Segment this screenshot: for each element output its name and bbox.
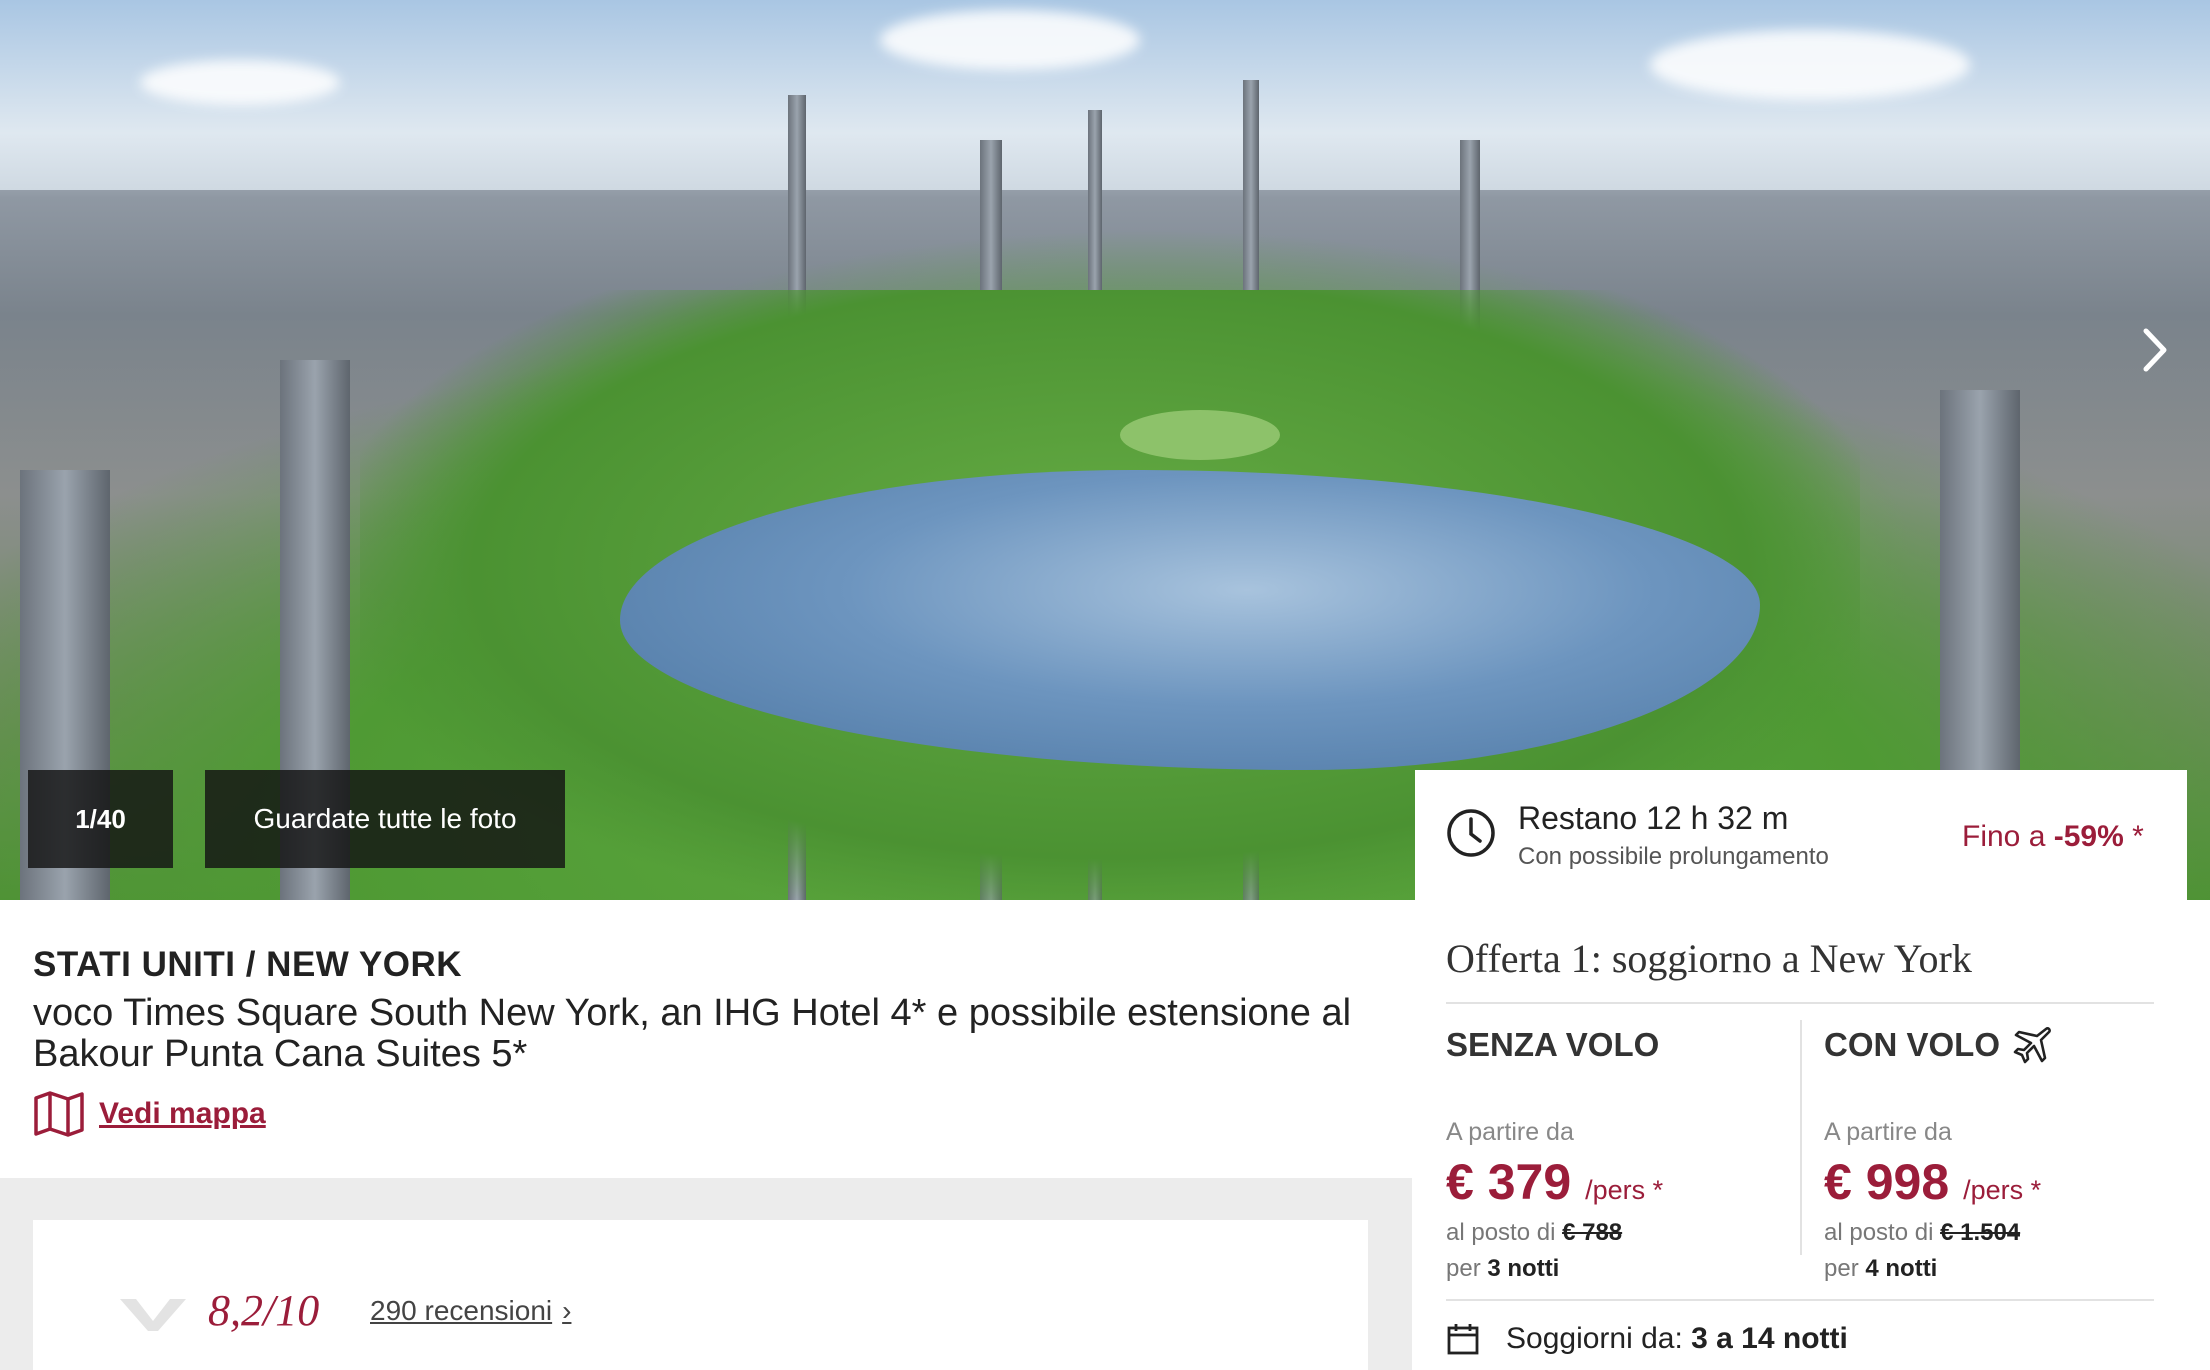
nights-prefix: per <box>1446 1255 1481 1282</box>
divider <box>1446 1002 2154 1004</box>
hero-photo[interactable] <box>0 0 2210 900</box>
brand-logo-icon <box>118 1295 188 1339</box>
divider <box>1446 1299 2154 1301</box>
offer-title: Offerta 1: soggiorno a New York <box>1446 936 1972 981</box>
per-person: /pers * <box>1585 1175 1664 1205</box>
old-price-row: al posto di € 788 <box>1446 1219 1786 1247</box>
nights-row: per 3 notti <box>1446 1255 1786 1283</box>
option-title-text: SENZA VOLO <box>1446 1026 1660 1063</box>
discount-value: -59% <box>2053 820 2124 853</box>
discount-badge: Fino a -59% * <box>1962 820 2144 854</box>
option-title: SENZA VOLO <box>1446 1022 1786 1068</box>
old-price: € 1.504 <box>1940 1219 2021 1246</box>
view-all-photos-button[interactable]: Guardate tutte le foto <box>205 770 565 868</box>
see-map-link[interactable]: Vedi mappa <box>33 1090 266 1138</box>
next-photo-button[interactable] <box>2120 290 2190 410</box>
nights-value: 4 notti <box>1865 1255 1938 1282</box>
divider <box>1800 1020 1802 1255</box>
discount-suffix: * <box>2132 820 2144 853</box>
instead-of-label: al posto di <box>1446 1219 1556 1246</box>
reviews-link[interactable]: 290 recensioni › <box>370 1295 571 1327</box>
reviews-count[interactable]: 290 recensioni <box>370 1295 552 1327</box>
nights-row: per 4 notti <box>1824 1255 2164 1283</box>
instead-of-label: al posto di <box>1824 1219 1934 1246</box>
chevron-right-icon: › <box>562 1295 572 1326</box>
nights-value: 3 notti <box>1487 1255 1560 1282</box>
discount-prefix: Fino a <box>1962 820 2046 853</box>
time-remaining: Restano 12 h 32 m <box>1518 800 1789 836</box>
chevron-right-icon <box>2143 328 2167 372</box>
from-label: A partire da <box>1824 1118 1952 1146</box>
old-price-row: al posto di € 1.504 <box>1824 1219 2164 1247</box>
option-title-text: CON VOLO <box>1824 1026 2001 1063</box>
calendar-icon <box>1447 1324 1479 1355</box>
stay-value: 3 a 14 notti <box>1691 1322 1848 1355</box>
stay-label: Soggiorni da: <box>1506 1322 1683 1355</box>
rating-score: 8,2/10 <box>208 1286 320 1335</box>
photo-counter: 1/40 <box>28 770 173 868</box>
price: € 998 <box>1824 1154 1950 1210</box>
from-label: A partire da <box>1446 1118 1574 1146</box>
extension-note: Con possibile prolungamento <box>1518 843 1829 870</box>
clock-icon <box>1445 807 1497 863</box>
stay-duration: Soggiorni da: 3 a 14 notti <box>1446 1322 1848 1356</box>
option-with-flight[interactable]: CON VOLO A partire da € 998 /pers * al p… <box>1824 1022 2164 1283</box>
price: € 379 <box>1446 1154 1572 1210</box>
price-row: € 998 /pers * <box>1824 1153 2164 1211</box>
plane-icon <box>2013 1027 2051 1064</box>
option-title: CON VOLO <box>1824 1022 2164 1068</box>
cloud <box>880 10 1140 70</box>
cloud <box>1650 30 1970 100</box>
per-person: /pers * <box>1963 1175 2042 1205</box>
see-map-label[interactable]: Vedi mappa <box>99 1097 266 1131</box>
price-row: € 379 /pers * <box>1446 1153 1786 1211</box>
nights-prefix: per <box>1824 1255 1859 1282</box>
hotel-title: voco Times Square South New York, an IHG… <box>33 992 1352 1075</box>
meadow <box>1120 410 1280 460</box>
old-price: € 788 <box>1562 1219 1623 1246</box>
map-icon <box>34 1091 84 1137</box>
destination-breadcrumb: STATI UNITI / NEW YORK <box>33 945 463 984</box>
option-without-flight[interactable]: SENZA VOLO A partire da € 379 /pers * al… <box>1446 1022 1786 1283</box>
cloud <box>140 60 340 105</box>
